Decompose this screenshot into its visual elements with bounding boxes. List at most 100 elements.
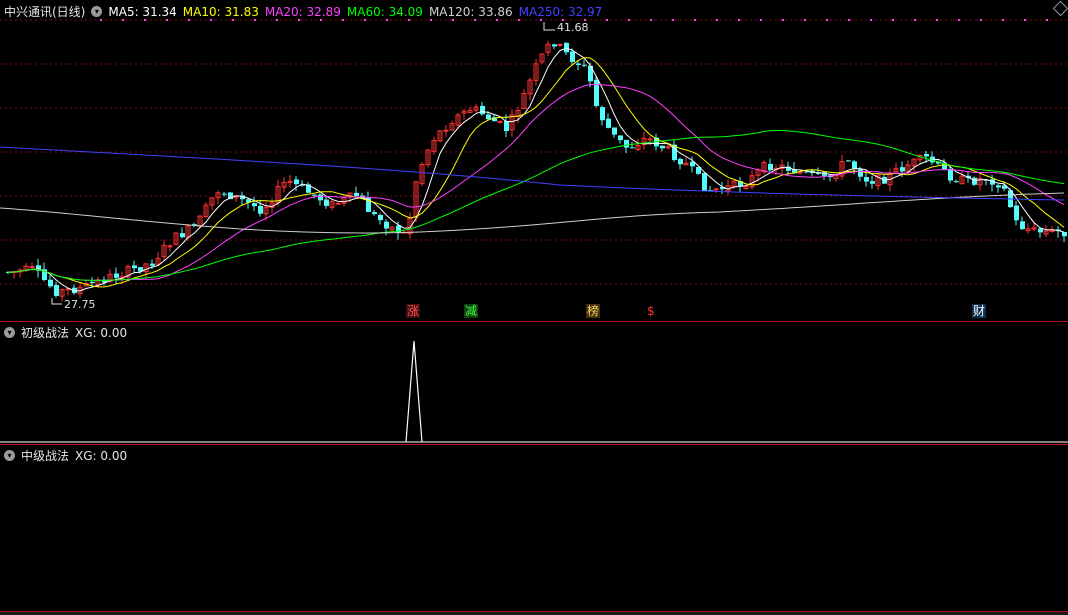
marker-dot [606,19,608,21]
candle-body [570,51,575,62]
candle-body [606,118,611,128]
candlestick-chart[interactable]: 41.68 27.75 [0,0,1068,321]
candle-body [480,105,485,115]
ma-legend: 中兴通讯(日线) ▾ MA5: 31.34 MA10: 31.83 MA20: … [4,3,602,20]
indicator-1-chart [0,340,1068,443]
legend-toggle-icon[interactable]: ▾ [91,6,103,17]
marker-dot [760,19,762,21]
marker-dot [848,19,850,21]
candle-body [114,273,119,278]
ma60-label: MA60: 34.09 [346,4,423,19]
indicator-2-value: XG: 0.00 [75,448,128,463]
candle-body [612,127,617,135]
ma250-label: MA250: 32.97 [518,4,603,19]
high-price-pointer [543,22,555,31]
candle-body [924,153,929,157]
candle-body [582,64,587,66]
ma60-line [7,130,1065,282]
marker-dot [650,19,652,21]
marker-dot [716,19,718,21]
indicator-2-toggle-icon[interactable]: ▾ [4,450,15,461]
stock-title: 中兴通讯(日线) [4,5,86,19]
indicator-pane-2[interactable]: ▾ 中级战法 XG: 0.00 [0,444,1068,612]
candle-body [870,181,875,184]
marker-dot [738,19,740,21]
candle-body [594,79,599,106]
candle-body [1020,221,1025,230]
candle-body [222,193,227,195]
candle-body [384,221,389,229]
candle-body [180,233,185,238]
marker-dot [672,19,674,21]
candle-body [600,107,605,121]
indicator-2-legend: ▾ 中级战法 XG: 0.00 [4,447,127,464]
candle-body [996,185,1001,188]
candle-body [150,263,155,266]
candle-body [768,163,773,171]
indicator-pane-1[interactable]: ▾ 初级战法 XG: 0.00 [0,321,1068,444]
candle-body [378,215,383,221]
event-marker-zhang[interactable]: 涨 [406,304,421,318]
candle-body [324,199,329,206]
candle-body [647,138,653,141]
candle-body [1062,232,1067,237]
candle-body [396,225,401,234]
ma10-label: MA10: 31.83 [182,4,259,19]
high-price-label: 41.68 [557,21,589,34]
candle-body [167,245,173,248]
price-chart-pane[interactable]: 41.68 27.75 中兴通讯(日线) ▾ MA5: 31.34 MA10: 3… [0,0,1068,321]
candle-body [630,147,635,149]
candle-body [660,145,665,149]
candle-body [497,120,503,123]
marker-dot [892,19,894,21]
indicator-1-toggle-icon[interactable]: ▾ [4,327,15,338]
event-marker-dollar[interactable]: $ [646,304,656,318]
indicator-1-legend: ▾ 初级战法 XG: 0.00 [4,324,127,341]
marker-dot [1046,19,1048,21]
candle-body [504,121,509,132]
candle-body [54,285,59,296]
event-marker-jian[interactable]: 减 [464,304,479,318]
event-marker-bang[interactable]: 榜 [586,304,601,318]
marker-dot [1002,19,1004,21]
marker-dot [914,19,916,21]
low-price-label: 27.75 [64,298,96,311]
candle-body [948,169,953,181]
candle-body [864,177,869,182]
candle-body [132,265,137,269]
marker-dot [936,19,938,21]
event-marker-cai[interactable]: 财 [972,304,987,318]
marker-dot [1024,19,1026,21]
candle-body [48,279,53,287]
candle-body [258,205,263,214]
candle-body [678,158,683,165]
candle-body [618,135,623,141]
marker-dot [826,19,828,21]
candle-body [443,129,449,132]
candle-body [624,139,629,148]
marker-dot [870,19,872,21]
candle-body [552,44,557,47]
indicator-1-title: 初级战法 [21,326,70,340]
candle-body [90,281,95,284]
candle-body [252,203,257,207]
ma120-label: MA120: 33.86 [428,4,513,19]
candle-body [713,188,719,191]
candle-body [557,43,563,46]
candle-body [1014,205,1019,221]
candle-body [486,114,491,120]
candle-body [564,42,569,53]
candle-body [846,160,851,162]
marker-dot [980,19,982,21]
candle-body [335,202,341,205]
indicator-1-signal-spike [405,340,423,443]
marker-dot [782,19,784,21]
marker-dot [958,19,960,21]
candle-body [900,167,905,172]
candle-body [29,266,35,269]
ma120-line [0,192,1065,234]
candle-body [372,212,377,215]
candle-body [954,181,959,183]
marker-dot [804,19,806,21]
candle-body [588,65,593,82]
